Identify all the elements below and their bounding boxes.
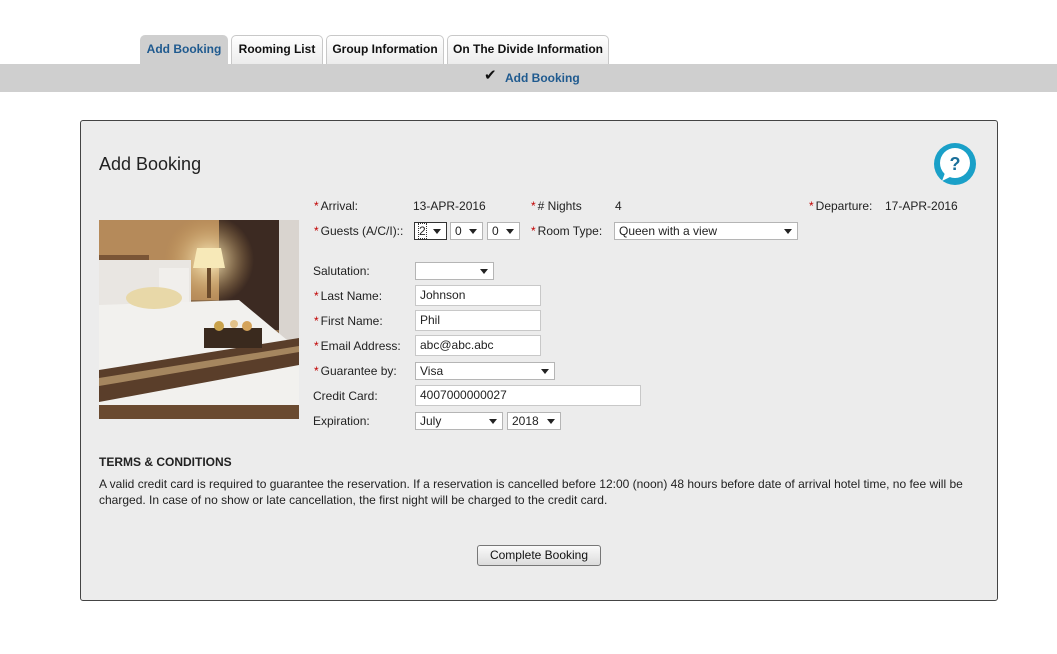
chevron-down-icon xyxy=(541,369,549,374)
email-field[interactable]: abc@abc.abc xyxy=(415,335,541,356)
chevron-down-icon xyxy=(489,419,497,424)
adults-select[interactable]: 2 xyxy=(414,222,447,240)
arrival-value: 13-APR-2016 xyxy=(413,199,486,213)
credit-card-label: Credit Card: xyxy=(313,389,378,403)
chevron-down-icon xyxy=(480,269,488,274)
terms-title: TERMS & CONDITIONS xyxy=(99,455,232,469)
tab-rooming-list[interactable]: Rooming List xyxy=(231,35,323,64)
expiration-year-select[interactable]: 2018 xyxy=(507,412,561,430)
infants-select[interactable]: 0 xyxy=(487,222,520,240)
room-type-select[interactable]: Queen with a view xyxy=(614,222,798,240)
chevron-down-icon xyxy=(469,229,477,234)
subnav-bar: ✔ Add Booking xyxy=(0,64,1057,92)
departure-label: * Departure: xyxy=(809,199,873,213)
salutation-select[interactable] xyxy=(415,262,494,280)
chevron-down-icon xyxy=(506,229,514,234)
page-title: Add Booking xyxy=(99,154,202,174)
tab-on-the-divide-information[interactable]: On The Divide Information xyxy=(447,35,609,64)
guests-label: * Guests (A/C/I):: xyxy=(314,224,404,238)
checkmark-icon: ✔ xyxy=(484,67,497,84)
expiration-month-select[interactable]: July xyxy=(415,412,503,430)
guarantee-select[interactable]: Visa xyxy=(415,362,555,380)
terms-text: A valid credit card is required to guara… xyxy=(99,477,963,507)
complete-booking-button[interactable]: Complete Booking xyxy=(477,545,601,566)
chevron-down-icon xyxy=(784,229,792,234)
last-name-field[interactable]: Johnson xyxy=(415,285,541,306)
credit-card-field[interactable]: 4007000000027 xyxy=(415,385,641,406)
first-name-field[interactable]: Phil xyxy=(415,310,541,331)
expiration-label: Expiration: xyxy=(313,414,370,428)
last-name-label: * Last Name: xyxy=(314,289,383,303)
tab-group-information[interactable]: Group Information xyxy=(326,35,444,64)
children-select[interactable]: 0 xyxy=(450,222,483,240)
help-icon[interactable]: ? xyxy=(932,141,978,187)
salutation-label: Salutation: xyxy=(313,264,370,278)
nights-label: * # Nights xyxy=(531,199,582,213)
room-type-label: * Room Type: xyxy=(531,224,603,238)
subnav-add-booking-link[interactable]: Add Booking xyxy=(505,71,580,85)
first-name-label: * First Name: xyxy=(314,314,383,328)
guarantee-label: * Guarantee by: xyxy=(314,364,397,378)
nights-value: 4 xyxy=(615,199,622,213)
chevron-down-icon xyxy=(547,419,555,424)
add-booking-panel: Add Booking ? * Arrival: 13-APR-2016 * #… xyxy=(80,120,998,601)
chevron-down-icon xyxy=(433,229,441,234)
hotel-room-photo xyxy=(99,220,299,419)
tab-add-booking[interactable]: Add Booking xyxy=(140,35,228,64)
email-label: * Email Address: xyxy=(314,339,401,353)
departure-value: 17-APR-2016 xyxy=(885,199,958,213)
arrival-label: * Arrival: xyxy=(314,199,359,213)
svg-text:?: ? xyxy=(950,154,961,174)
